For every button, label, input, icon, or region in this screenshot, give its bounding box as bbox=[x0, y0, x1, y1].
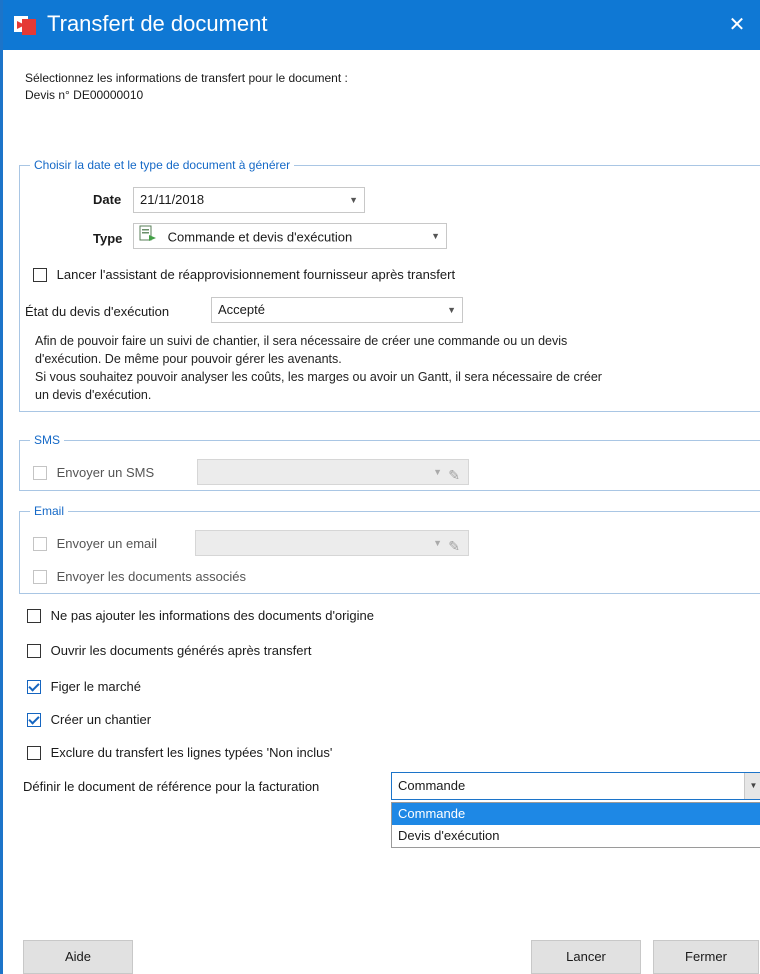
info-text: Afin de pouvoir faire un suivi de chanti… bbox=[35, 332, 602, 404]
intro-line: Sélectionnez les informations de transfe… bbox=[25, 71, 348, 85]
execution-status-value: Accepté bbox=[218, 302, 265, 317]
chevron-down-icon: ▼ bbox=[349, 195, 358, 205]
create-site-checkbox-row[interactable]: Créer un chantier bbox=[27, 711, 151, 731]
run-button[interactable]: Lancer bbox=[531, 940, 641, 974]
info-line: un devis d'exécution. bbox=[35, 388, 152, 402]
send-email-checkbox-row[interactable]: Envoyer un email bbox=[33, 535, 157, 555]
chevron-down-icon: ▼ bbox=[431, 231, 440, 241]
dropdown-option-devis-execution[interactable]: Devis d'exécution bbox=[392, 825, 760, 847]
send-email-label: Envoyer un email bbox=[56, 536, 158, 552]
execution-status-label: État du devis d'exécution bbox=[25, 304, 170, 319]
send-email-checkbox[interactable] bbox=[33, 536, 47, 551]
edit-pencil-icon[interactable]: ✎ bbox=[448, 534, 460, 555]
exclude-lines-checkbox[interactable] bbox=[27, 745, 41, 760]
no-origin-checkbox-row[interactable]: Ne pas ajouter les informations des docu… bbox=[27, 607, 374, 627]
no-origin-checkbox[interactable] bbox=[27, 608, 41, 623]
no-origin-label: Ne pas ajouter les informations des docu… bbox=[50, 608, 374, 624]
exclude-lines-label: Exclure du transfert les lignes typées '… bbox=[50, 745, 333, 761]
intro-text: Sélectionnez les informations de transfe… bbox=[25, 70, 348, 104]
exclude-lines-checkbox-row[interactable]: Exclure du transfert les lignes typées '… bbox=[27, 744, 332, 764]
sms-template-select[interactable]: ▼ ✎ bbox=[197, 459, 469, 485]
open-docs-checkbox-row[interactable]: Ouvrir les documents générés après trans… bbox=[27, 642, 311, 662]
freeze-market-checkbox[interactable] bbox=[27, 679, 41, 694]
edit-pencil-icon[interactable]: ✎ bbox=[448, 463, 460, 484]
send-sms-label: Envoyer un SMS bbox=[56, 465, 155, 481]
billing-reference-select[interactable]: Commande ▼ bbox=[391, 772, 760, 800]
reappro-label: Lancer l'assistant de réapprovisionnemen… bbox=[56, 267, 456, 283]
send-docs-checkbox[interactable] bbox=[33, 569, 47, 584]
create-site-checkbox[interactable] bbox=[27, 712, 41, 727]
dropdown-option-commande[interactable]: Commande bbox=[392, 803, 760, 825]
open-docs-label: Ouvrir les documents générés après trans… bbox=[50, 643, 312, 659]
close-icon[interactable]: ✕ bbox=[722, 10, 752, 40]
chevron-down-icon[interactable]: ▼ bbox=[744, 773, 760, 799]
help-button[interactable]: Aide bbox=[23, 940, 133, 974]
email-template-select[interactable]: ▼ ✎ bbox=[195, 530, 469, 556]
sms-legend: SMS bbox=[34, 433, 61, 447]
transfer-dialog: Transfert de document ✕ Sélectionnez les… bbox=[0, 0, 760, 974]
reappro-checkbox[interactable] bbox=[33, 267, 47, 282]
billing-reference-value: Commande bbox=[398, 778, 466, 793]
execution-status-select[interactable]: Accepté ▼ bbox=[211, 297, 463, 323]
open-docs-checkbox[interactable] bbox=[27, 643, 41, 658]
reappro-checkbox-row[interactable]: Lancer l'assistant de réapprovisionnemen… bbox=[33, 266, 455, 286]
document-type-icon bbox=[138, 224, 158, 248]
email-legend: Email bbox=[34, 504, 65, 518]
info-line: d'exécution. De même pour pouvoir gérer … bbox=[35, 352, 342, 366]
close-button[interactable]: Fermer bbox=[653, 940, 759, 974]
freeze-market-label: Figer le marché bbox=[50, 679, 141, 695]
document-number: Devis n° DE00000010 bbox=[25, 88, 144, 102]
window-title: Transfert de document bbox=[47, 11, 268, 36]
billing-reference-label: Définir le document de référence pour la… bbox=[23, 779, 320, 794]
date-picker[interactable]: 21/11/2018 ▼ bbox=[133, 187, 365, 213]
date-type-legend: Choisir la date et le type de document à… bbox=[34, 158, 291, 172]
title-bar: Transfert de document ✕ bbox=[3, 0, 760, 50]
type-label: Type bbox=[93, 231, 123, 246]
send-docs-checkbox-row[interactable]: Envoyer les documents associés bbox=[33, 568, 246, 588]
date-label: Date bbox=[93, 192, 122, 207]
billing-reference-dropdown: Commande Devis d'exécution bbox=[391, 802, 760, 848]
freeze-market-checkbox-row[interactable]: Figer le marché bbox=[27, 678, 141, 698]
document-type-select[interactable]: Commande et devis d'exécution ▼ bbox=[133, 223, 447, 249]
app-logo-icon bbox=[13, 13, 39, 37]
info-line: Afin de pouvoir faire un suivi de chanti… bbox=[35, 334, 568, 348]
document-type-value: Commande et devis d'exécution bbox=[167, 229, 353, 245]
send-sms-checkbox-row[interactable]: Envoyer un SMS bbox=[33, 464, 154, 484]
chevron-down-icon: ▼ bbox=[433, 467, 442, 477]
create-site-label: Créer un chantier bbox=[50, 712, 152, 728]
chevron-down-icon: ▼ bbox=[433, 538, 442, 548]
send-sms-checkbox[interactable] bbox=[33, 465, 47, 480]
chevron-down-icon: ▼ bbox=[447, 305, 456, 315]
date-value: 21/11/2018 bbox=[140, 192, 205, 207]
send-docs-label: Envoyer les documents associés bbox=[56, 569, 246, 585]
info-line: Si vous souhaitez pouvoir analyser les c… bbox=[35, 370, 602, 384]
